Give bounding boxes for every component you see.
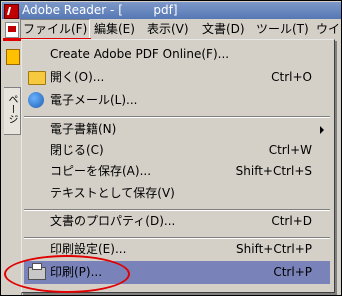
open-folder-icon — [28, 71, 46, 85]
submenu-arrow-icon — [320, 126, 324, 134]
pages-tab-label: ページ — [6, 94, 17, 124]
menu-item-shortcut: Ctrl+D — [271, 214, 312, 228]
title-bar: Adobe Reader - [ pdf] — [2, 2, 341, 19]
window-title: Adobe Reader - [ pdf] — [22, 3, 178, 17]
menu-item-label: Create Adobe PDF Online(F)... — [50, 47, 230, 61]
menu-item-label: 開く(O)... — [50, 70, 105, 84]
annotation-oval — [4, 255, 130, 293]
menu-document[interactable]: 文書(D) — [200, 20, 247, 39]
pages-tab[interactable]: ページ — [4, 87, 21, 135]
folder-icon[interactable] — [6, 49, 20, 65]
menu-edit[interactable]: 編集(E) — [92, 20, 137, 39]
menu-item-shortcut: Ctrl+W — [268, 143, 312, 157]
toolbar — [2, 41, 23, 71]
menu-item-ebooks[interactable]: 電子書籍(N) — [24, 118, 330, 141]
menu-view[interactable]: 表示(V) — [145, 20, 191, 39]
menu-item-label: テキストとして保存(V) — [50, 186, 175, 200]
adobe-reader-icon — [4, 4, 19, 19]
menu-file[interactable]: ファイル(F) — [20, 19, 91, 40]
menu-bar: ファイル(F) 編集(E) 表示(V) 文書(D) ツール(T) ウイ — [2, 19, 342, 40]
menu-item-label: 文書のプロパティ(D)... — [50, 214, 176, 228]
menu-item-open[interactable]: 開く(O)... Ctrl+O — [24, 66, 330, 89]
menu-item-document-properties[interactable]: 文書のプロパティ(D)... Ctrl+D — [24, 210, 330, 233]
email-icon — [28, 92, 44, 108]
document-icon — [5, 22, 19, 38]
menu-item-create-pdf-online[interactable]: Create Adobe PDF Online(F)... — [24, 43, 330, 66]
menu-item-label: 閉じる(C) — [50, 143, 104, 157]
menu-window[interactable]: ウイ — [314, 20, 342, 39]
menu-item-shortcut: Ctrl+P — [273, 265, 312, 279]
menu-item-label: 電子書籍(N) — [50, 122, 117, 136]
menu-item-email[interactable]: 電子メール(L)... — [24, 89, 330, 112]
menu-item-label: 電子メール(L)... — [50, 93, 138, 107]
menu-item-save-as-text[interactable]: テキストとして保存(V) — [24, 182, 330, 205]
application-window: Adobe Reader - [ pdf] ファイル(F) 編集(E) 表示(V… — [0, 0, 342, 296]
menu-item-shortcut: Ctrl+O — [271, 70, 312, 84]
menu-item-shortcut: Shift+Ctrl+S — [235, 164, 312, 178]
menu-item-shortcut: Shift+Ctrl+P — [236, 242, 312, 256]
menu-item-save-copy[interactable]: コピーを保存(A)... Shift+Ctrl+S — [24, 160, 330, 183]
menu-tools[interactable]: ツール(T) — [254, 20, 311, 39]
menu-item-close[interactable]: 閉じる(C) Ctrl+W — [24, 139, 330, 162]
menu-item-label: コピーを保存(A)... — [50, 164, 152, 178]
